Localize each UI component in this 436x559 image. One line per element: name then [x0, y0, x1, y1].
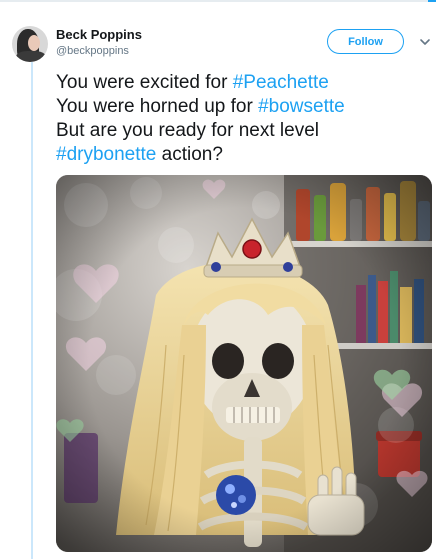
hashtag-peachette[interactable]: #Peachette [233, 72, 329, 93]
avatar[interactable] [12, 26, 48, 62]
tweet-media-photo[interactable] [56, 175, 432, 552]
tweet-line-3: But are you ready for next level [56, 120, 319, 141]
hashtag-bowsette[interactable]: #bowsette [258, 96, 345, 117]
top-divider [0, 0, 436, 2]
hashtag-drybonette[interactable]: #drybonette [56, 144, 156, 165]
follow-button[interactable]: Follow [327, 29, 404, 54]
tweet-text: You were excited for #Peachette You were… [56, 71, 428, 167]
author-handle[interactable]: @beckpoppins [56, 45, 129, 57]
author-name[interactable]: Beck Poppins [56, 27, 142, 42]
tweet-line-1: You were excited for #Peachette [56, 71, 428, 95]
tweet-text-segment: action? [156, 144, 223, 165]
tweet-text-segment: You were horned up for [56, 96, 259, 117]
tweet-line-2: You were horned up for #bowsette [56, 95, 428, 119]
tweet-text-segment: You were excited for [56, 72, 233, 93]
chevron-down-icon[interactable] [419, 36, 431, 48]
scroll-indicator [428, 0, 436, 2]
avatar-face [28, 35, 40, 51]
avatar-shirt [16, 51, 46, 62]
photo-illustration [56, 175, 432, 552]
thread-line [31, 62, 33, 559]
tweet-line-4: #drybonette action? [56, 143, 428, 167]
